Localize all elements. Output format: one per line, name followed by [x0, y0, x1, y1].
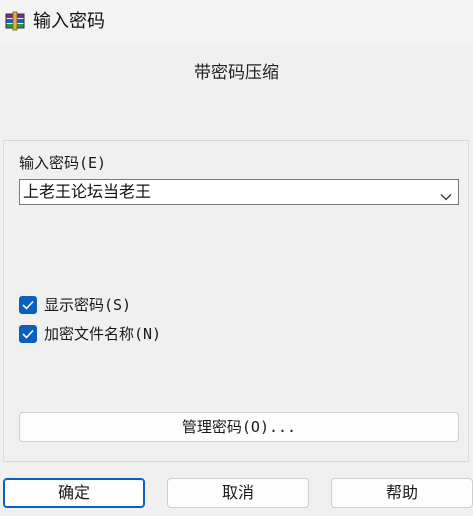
- show-password-label[interactable]: 显示密码(S): [44, 294, 131, 316]
- password-panel: 输入密码(E) 上老王论坛当老王 显示密码(S) 加密文件名称(N) 管理密码(…: [3, 140, 469, 462]
- password-input[interactable]: 上老王论坛当老王: [23, 181, 151, 203]
- dialog-header: 带密码压缩: [0, 44, 473, 140]
- password-label: 输入密码(E): [19, 154, 107, 172]
- help-button[interactable]: 帮助: [331, 478, 473, 508]
- dialog-subtitle: 带密码压缩: [194, 63, 279, 83]
- window-title: 输入密码: [33, 11, 105, 32]
- title-bar: 输入密码: [0, 0, 473, 44]
- cancel-button[interactable]: 取消: [167, 478, 309, 508]
- show-password-checkbox[interactable]: [19, 296, 37, 314]
- password-combobox[interactable]: 上老王论坛当老王: [19, 179, 459, 205]
- encrypt-filenames-label[interactable]: 加密文件名称(N): [44, 323, 161, 345]
- manage-passwords-button[interactable]: 管理密码(O)...: [19, 412, 459, 442]
- winrar-books-icon: [5, 11, 25, 31]
- chevron-down-icon[interactable]: [440, 187, 452, 201]
- ok-button[interactable]: 确定: [3, 478, 145, 508]
- encrypt-filenames-checkbox[interactable]: [19, 325, 37, 343]
